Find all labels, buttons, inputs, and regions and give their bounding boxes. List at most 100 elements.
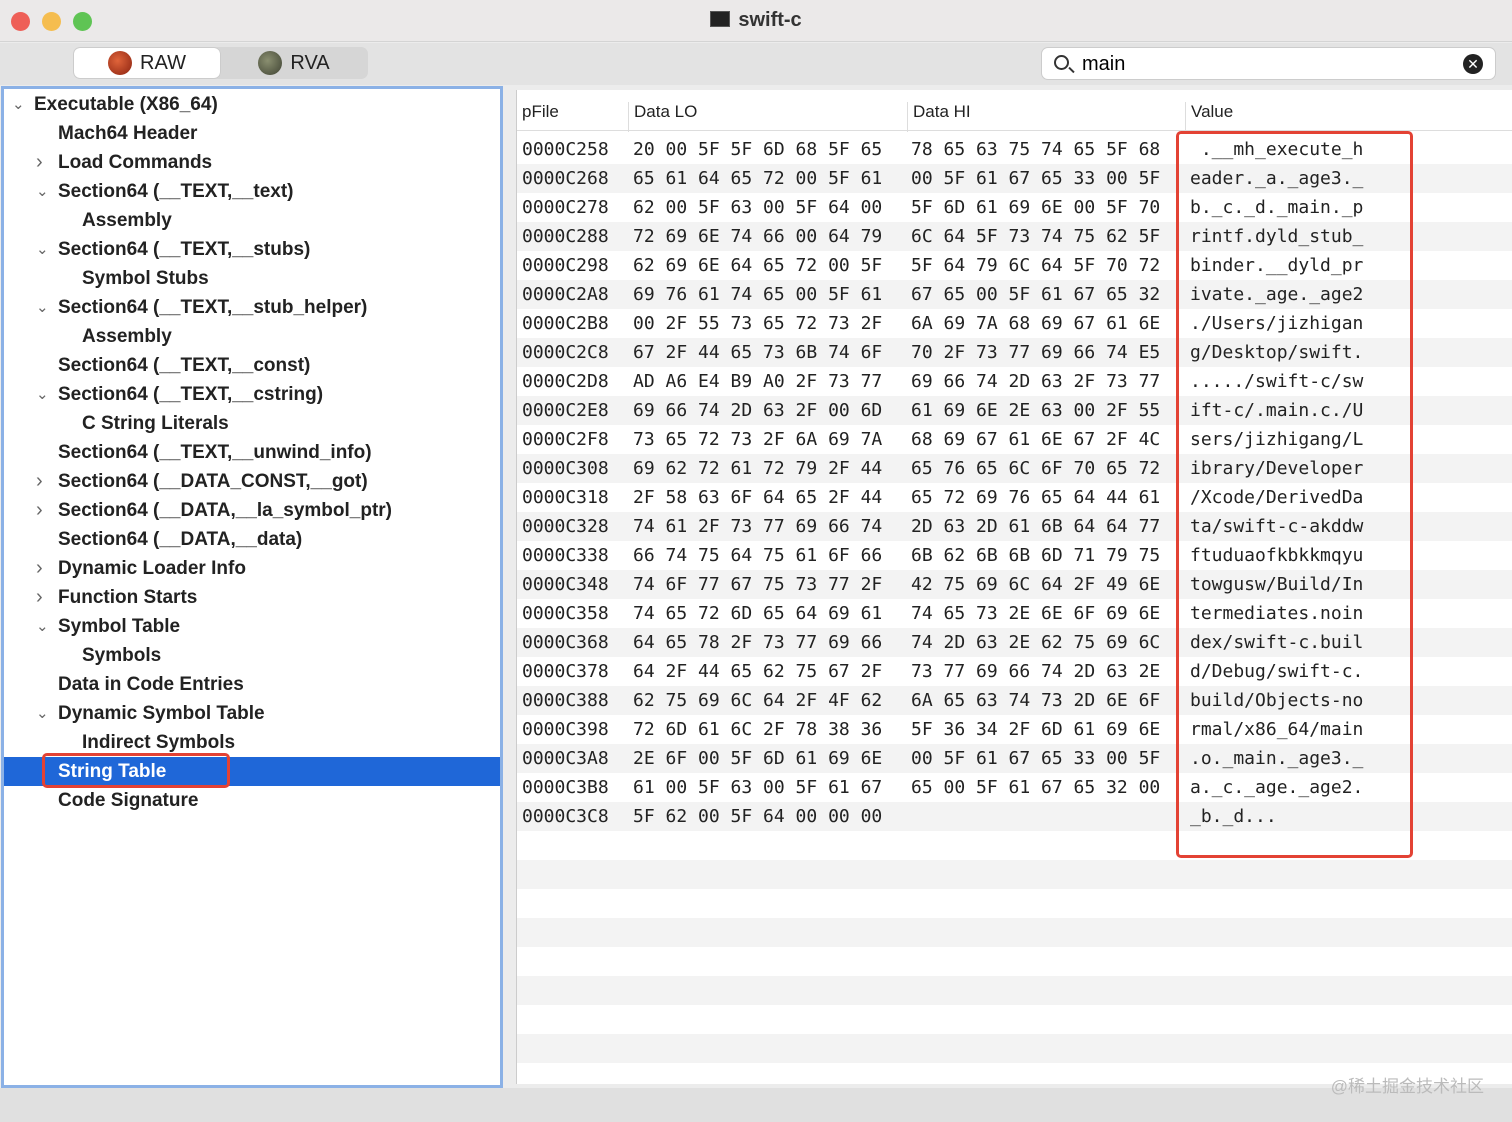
chevron-down-icon[interactable]: ⌄	[36, 699, 49, 728]
tree-item[interactable]: › Section64 (__DATA_CONST,__got)	[4, 467, 500, 496]
chevron-right-icon[interactable]: ›	[36, 554, 43, 583]
column-header-pfile[interactable]: pFile	[517, 102, 559, 132]
data-lo-cell: 67 2F 44 65 73 6B 74 6F	[633, 342, 883, 363]
chevron-right-icon[interactable]: ›	[36, 583, 43, 612]
tree-item-label: Symbol Stubs	[82, 268, 209, 289]
table-row[interactable]	[517, 918, 1512, 947]
raw-mode-button[interactable]: RAW	[74, 48, 220, 78]
chevron-right-icon[interactable]: ›	[36, 496, 43, 525]
data-lo-cell: 73 65 72 73 2F 6A 69 7A	[633, 429, 883, 450]
table-row[interactable]	[517, 860, 1512, 889]
chevron-down-icon[interactable]: ⌄	[36, 380, 49, 409]
pfile-cell: 0000C288	[522, 226, 609, 247]
column-header-data-hi[interactable]: Data HI	[907, 102, 971, 132]
data-hi-cell: 6A 69 7A 68 69 67 61 6E	[911, 313, 1161, 334]
tree-item[interactable]: Assembly	[4, 322, 500, 351]
window-title: swift-c	[0, 9, 1512, 32]
tree-item-label: C String Literals	[82, 413, 229, 434]
tree-item-label: Section64 (__TEXT,__unwind_info)	[58, 442, 372, 463]
tree-item[interactable]: ⌄ Section64 (__TEXT,__stubs)	[4, 235, 500, 264]
pfile-cell: 0000C3C8	[522, 806, 609, 827]
data-lo-cell: 74 61 2F 73 77 69 66 74	[633, 516, 883, 537]
data-lo-cell: 20 00 5F 5F 6D 68 5F 65	[633, 139, 883, 160]
data-lo-cell: 64 65 78 2F 73 77 69 66	[633, 632, 883, 653]
data-lo-cell: 00 2F 55 73 65 72 73 2F	[633, 313, 883, 334]
tree-item[interactable]: Section64 (__DATA,__data)	[4, 525, 500, 554]
pfile-cell: 0000C3A8	[522, 748, 609, 769]
pfile-cell: 0000C378	[522, 661, 609, 682]
pfile-cell: 0000C348	[522, 574, 609, 595]
tree-item[interactable]: Section64 (__TEXT,__const)	[4, 351, 500, 380]
pfile-cell: 0000C338	[522, 545, 609, 566]
tree-item[interactable]: ⌄ Section64 (__TEXT,__stub_helper)	[4, 293, 500, 322]
clear-search-button[interactable]: ✕	[1463, 54, 1483, 74]
tree-item[interactable]: Data in Code Entries	[4, 670, 500, 699]
chevron-down-icon[interactable]: ⌄	[36, 235, 49, 264]
tree-item[interactable]: ⌄ Executable (X86_64)	[4, 90, 500, 119]
data-lo-cell: 62 75 69 6C 64 2F 4F 62	[633, 690, 883, 711]
tree-item[interactable]: ⌄ Symbol Table	[4, 612, 500, 641]
terminal-icon	[710, 11, 731, 27]
tree-item[interactable]: ⌄ Section64 (__TEXT,__text)	[4, 177, 500, 206]
data-hi-cell: 65 72 69 76 65 64 44 61	[911, 487, 1161, 508]
pfile-cell: 0000C268	[522, 168, 609, 189]
pfile-cell: 0000C398	[522, 719, 609, 740]
table-row[interactable]	[517, 947, 1512, 976]
chevron-right-icon[interactable]: ›	[36, 467, 43, 496]
data-hi-cell: 65 00 5F 61 67 65 32 00	[911, 777, 1161, 798]
pfile-cell: 0000C368	[522, 632, 609, 653]
data-hi-cell: 68 69 67 61 6E 67 2F 4C	[911, 429, 1161, 450]
column-header-value[interactable]: Value	[1185, 102, 1233, 132]
chevron-right-icon[interactable]: ›	[36, 148, 43, 177]
tree-item[interactable]: Mach64 Header	[4, 119, 500, 148]
data-lo-cell: 72 6D 61 6C 2F 78 38 36	[633, 719, 883, 740]
tree-item-label: Section64 (__TEXT,__cstring)	[58, 384, 324, 405]
tree-item[interactable]: ⌄ Section64 (__TEXT,__cstring)	[4, 380, 500, 409]
data-lo-cell: 2E 6F 00 5F 6D 61 69 6E	[633, 748, 883, 769]
data-hi-cell: 42 75 69 6C 64 2F 49 6E	[911, 574, 1161, 595]
chevron-down-icon[interactable]: ⌄	[36, 612, 49, 641]
data-lo-cell: 69 62 72 61 72 79 2F 44	[633, 458, 883, 479]
tree-item[interactable]: › Dynamic Loader Info	[4, 554, 500, 583]
tree-item[interactable]: › Load Commands	[4, 148, 500, 177]
data-hi-cell: 74 65 73 2E 6E 6F 69 6E	[911, 603, 1161, 624]
data-hi-cell: 67 65 00 5F 61 67 65 32	[911, 284, 1161, 305]
pfile-cell: 0000C2D8	[522, 371, 609, 392]
pfile-cell: 0000C258	[522, 139, 609, 160]
tree-item-label: Executable (X86_64)	[34, 94, 218, 115]
tree-item[interactable]: Symbol Stubs	[4, 264, 500, 293]
tree-item[interactable]: C String Literals	[4, 409, 500, 438]
tree-item-label: Data in Code Entries	[58, 674, 244, 695]
data-hi-cell: 6C 64 5F 73 74 75 62 5F	[911, 226, 1161, 247]
chevron-down-icon[interactable]: ⌄	[36, 293, 49, 322]
rva-mode-button[interactable]: RVA	[221, 48, 367, 78]
chevron-down-icon[interactable]: ⌄	[36, 177, 49, 206]
tree-item[interactable]: Symbols	[4, 641, 500, 670]
column-header-data-lo[interactable]: Data LO	[628, 102, 697, 132]
data-hi-cell: 61 69 6E 2E 63 00 2F 55	[911, 400, 1161, 421]
tree-item-label: Section64 (__TEXT,__stubs)	[58, 239, 311, 260]
tree-item[interactable]: Code Signature	[4, 786, 500, 815]
data-hi-cell: 69 66 74 2D 63 2F 73 77	[911, 371, 1161, 392]
data-hi-cell: 5F 36 34 2F 6D 61 69 6E	[911, 719, 1161, 740]
table-row[interactable]	[517, 1034, 1512, 1063]
chevron-down-icon[interactable]: ⌄	[12, 90, 25, 119]
rva-label: RVA	[290, 51, 330, 74]
tree-item[interactable]: ⌄ Dynamic Symbol Table	[4, 699, 500, 728]
data-lo-cell: 65 61 64 65 72 00 5F 61	[633, 168, 883, 189]
sidebar-tree[interactable]: ⌄ Executable (X86_64) Mach64 Header › Load C…	[1, 86, 503, 1088]
tree-item[interactable]: › Section64 (__DATA,__la_symbol_ptr)	[4, 496, 500, 525]
table-row[interactable]	[517, 976, 1512, 1005]
search-input[interactable]	[1082, 53, 1452, 76]
tree-item-label: Symbol Table	[58, 616, 181, 637]
tree-item[interactable]: › Function Starts	[4, 583, 500, 612]
table-row[interactable]	[517, 1005, 1512, 1034]
tree-item[interactable]: Section64 (__TEXT,__unwind_info)	[4, 438, 500, 467]
tree-item[interactable]: Assembly	[4, 206, 500, 235]
table-row[interactable]	[517, 889, 1512, 918]
tree-item-label: Section64 (__TEXT,__stub_helper)	[58, 297, 368, 318]
pfile-cell: 0000C298	[522, 255, 609, 276]
search-field: ✕	[1041, 47, 1496, 80]
pfile-cell: 0000C2B8	[522, 313, 609, 334]
status-bar	[0, 1088, 1512, 1122]
